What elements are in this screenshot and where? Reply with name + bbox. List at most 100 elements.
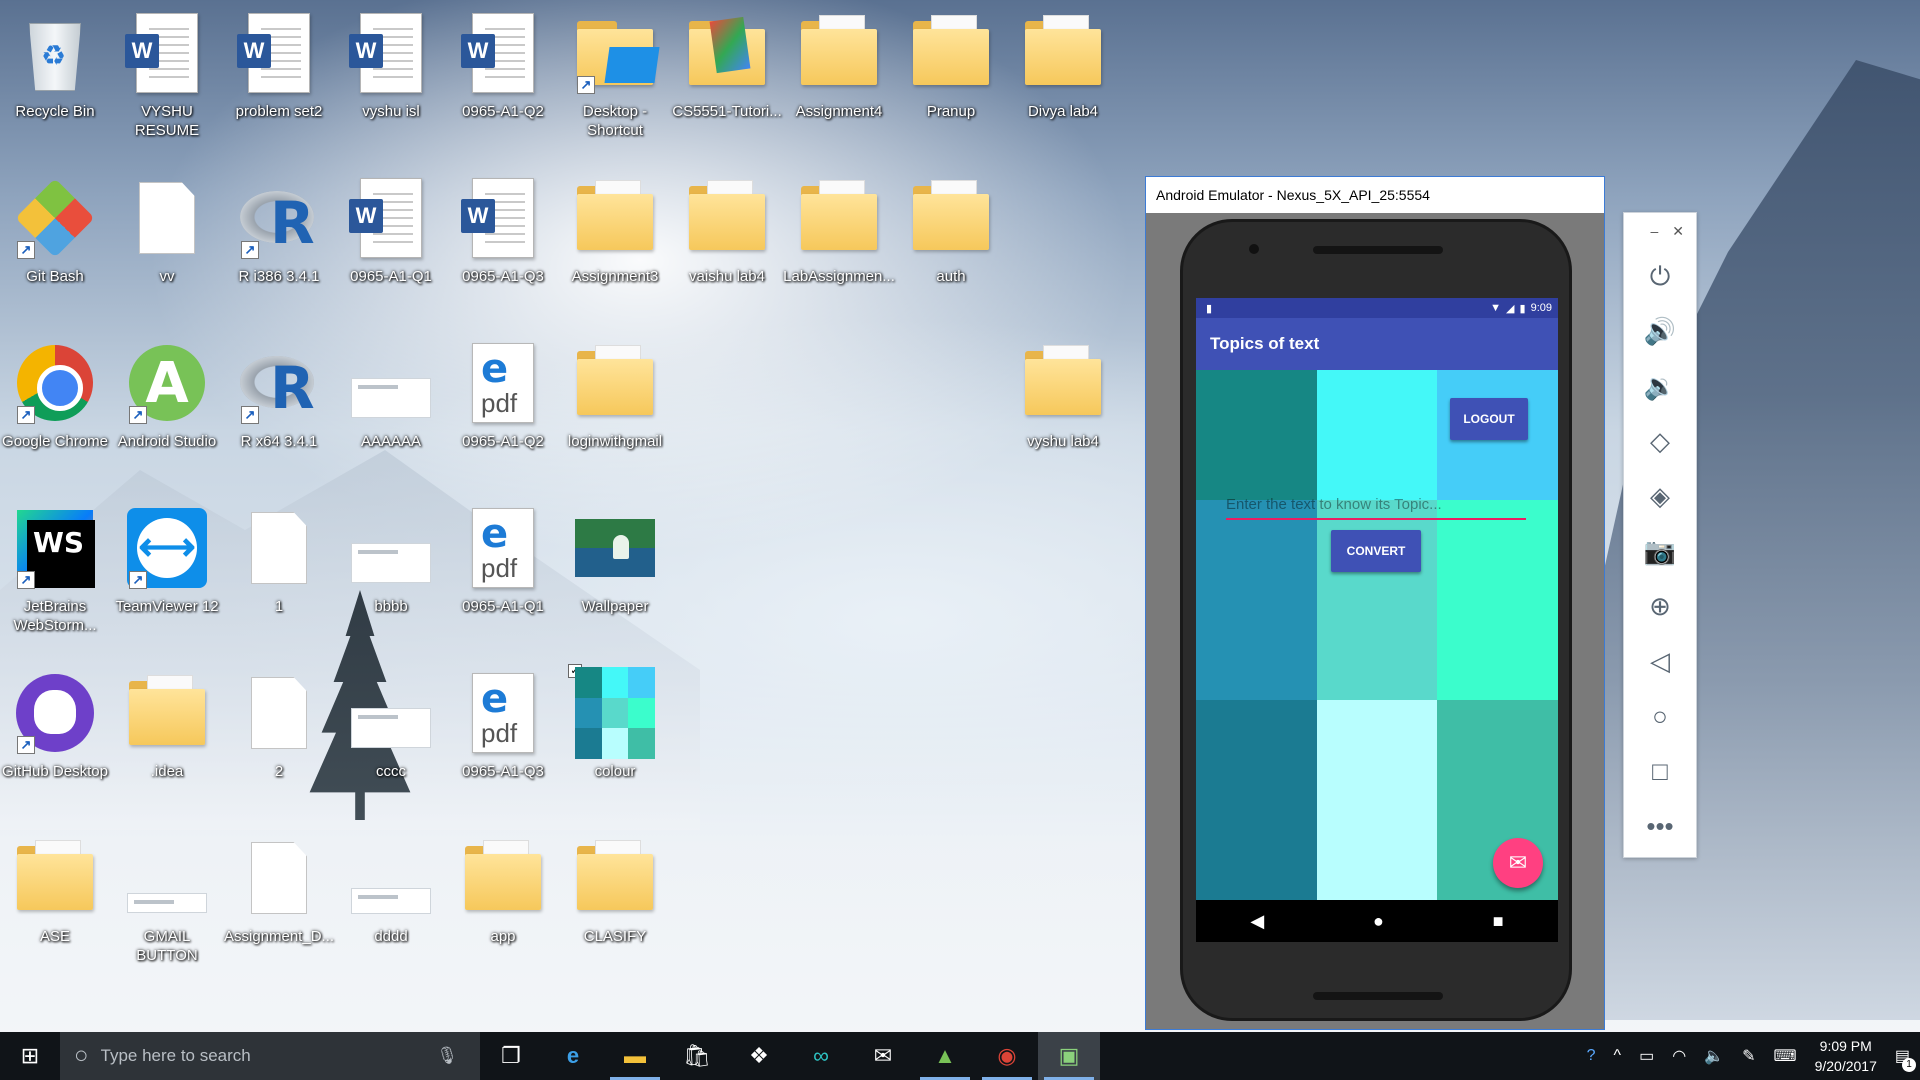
- cortana-circle-icon: ○: [74, 1042, 89, 1069]
- windows-logo-icon: ⊞: [20, 1043, 40, 1068]
- desktop-icon-dddd[interactable]: dddd: [336, 825, 446, 975]
- taskbar-search[interactable]: ○ 🎙: [60, 1032, 480, 1080]
- microphone-icon[interactable]: 🎙: [436, 1046, 458, 1066]
- desktop-icon-2[interactable]: 2: [224, 660, 334, 810]
- desktop-icon-vyshu-resume[interactable]: W VYSHU RESUME: [112, 0, 222, 150]
- desktop-icon-assignment-d[interactable]: Assignment_D...: [224, 825, 334, 975]
- battery-tray-icon[interactable]: ▭: [1639, 1046, 1654, 1066]
- taskbar-arduino[interactable]: ∞: [790, 1032, 852, 1080]
- desktop-icon-vyshu-lab4[interactable]: vyshu lab4: [1008, 330, 1118, 480]
- topic-text-input[interactable]: [1226, 490, 1526, 520]
- battery-icon: ▮: [1519, 302, 1526, 315]
- home-button[interactable]: ○: [1624, 689, 1696, 744]
- desktop-icon-recycle-bin[interactable]: ♻ Recycle Bin: [0, 0, 110, 150]
- desktop-icon-divya-lab4[interactable]: Divya lab4: [1008, 0, 1118, 150]
- desktop-icon-aaaaaa[interactable]: AAAAAA: [336, 330, 446, 480]
- wifi-tray-icon[interactable]: ◠: [1672, 1046, 1686, 1066]
- desktop-icon-google-chrome[interactable]: ↗ Google Chrome: [0, 330, 110, 480]
- color-tile: [1316, 700, 1438, 900]
- taskbar-dropbox[interactable]: ❖: [728, 1032, 790, 1080]
- colour-image-icon: [575, 667, 655, 759]
- back-button[interactable]: ◁: [1624, 634, 1696, 689]
- desktop-icon-0965-a1-q1-doc[interactable]: W 0965-A1-Q1: [336, 165, 446, 315]
- help-icon[interactable]: ?: [1587, 1047, 1596, 1065]
- volume-tray-icon[interactable]: 🔈: [1704, 1046, 1724, 1066]
- rotate-right-button[interactable]: ◈: [1624, 469, 1696, 524]
- folder-icon: [689, 180, 765, 250]
- keyboard-icon[interactable]: ⌨: [1773, 1046, 1796, 1066]
- rotate-left-button[interactable]: ◇: [1624, 414, 1696, 469]
- taskbar-clock[interactable]: 9:09 PM 9/20/2017: [1815, 1036, 1877, 1076]
- nav-back-icon[interactable]: ◀: [1250, 911, 1264, 932]
- nav-home-icon[interactable]: ●: [1373, 911, 1384, 932]
- dropbox-icon: ❖: [749, 1043, 769, 1068]
- desktop-icon-0965-a1-q3-doc[interactable]: W 0965-A1-Q3: [448, 165, 558, 315]
- convert-button[interactable]: CONVERT: [1331, 530, 1421, 572]
- toolbar-close-button[interactable]: ✕: [1672, 223, 1684, 240]
- desktop-icon-auth[interactable]: auth: [896, 165, 1006, 315]
- desktop-icon-0965-a1-q2-doc[interactable]: W 0965-A1-Q2: [448, 0, 558, 150]
- desktop-icon-app[interactable]: app: [448, 825, 558, 975]
- zoom-button[interactable]: ⊕: [1624, 579, 1696, 634]
- desktop-icon-loginwithgmail[interactable]: loginwithgmail: [560, 330, 670, 480]
- emulator-toolbar: – ✕ ⏻ 🔊 🔉 ◇ ◈ 📷 ⊕ ◁ ○ □ •••: [1623, 212, 1697, 858]
- desktop-icon-teamviewer[interactable]: ↗ TeamViewer 12: [112, 495, 222, 645]
- desktop-icon-wallpaper[interactable]: Wallpaper: [560, 495, 670, 645]
- desktop-icon-vyshu-isl[interactable]: W vyshu isl: [336, 0, 446, 150]
- more-button[interactable]: •••: [1624, 799, 1696, 854]
- desktop-icon-assignment3[interactable]: Assignment3: [560, 165, 670, 315]
- desktop-icon-cs5551-tutorial[interactable]: CS5551-Tutori...: [672, 0, 782, 150]
- desktop-icon-colour[interactable]: ✓ colour: [560, 660, 670, 810]
- desktop-icon-ase[interactable]: ASE: [0, 825, 110, 975]
- desktop-icon-assignment4[interactable]: Assignment4: [784, 0, 894, 150]
- desktop-icon-clasify[interactable]: CLASIFY: [560, 825, 670, 975]
- volume-up-button[interactable]: 🔊: [1624, 304, 1696, 359]
- emulator-window-title: Android Emulator - Nexus_5X_API_25:5554: [1156, 187, 1430, 203]
- desktop-icon-0965-a1-q3-pdf[interactable]: e pdf 0965-A1-Q3: [448, 660, 558, 810]
- emulator-title-bar[interactable]: Android Emulator - Nexus_5X_API_25:5554: [1146, 177, 1604, 213]
- taskbar-search-input[interactable]: [100, 1046, 431, 1066]
- pen-icon[interactable]: ✎: [1742, 1046, 1755, 1066]
- desktop-icon-git-bash[interactable]: ↗ Git Bash: [0, 165, 110, 315]
- desktop-icon-pranup[interactable]: Pranup: [896, 0, 1006, 150]
- desktop-icon-android-studio[interactable]: ↗ Android Studio: [112, 330, 222, 480]
- overview-button[interactable]: □: [1624, 744, 1696, 799]
- taskbar-edge[interactable]: e: [542, 1032, 604, 1080]
- taskbar-android-studio[interactable]: ▲: [914, 1032, 976, 1080]
- desktop-icon-webstorm[interactable]: ↗ JetBrains WebStorm...: [0, 495, 110, 645]
- toolbar-minimize-button[interactable]: –: [1650, 223, 1658, 239]
- task-view-button[interactable]: ❐: [480, 1032, 542, 1080]
- nav-recents-icon[interactable]: ■: [1493, 911, 1504, 932]
- desktop-icon-desktop-shortcut[interactable]: ↗ Desktop - Shortcut: [560, 0, 670, 150]
- power-button[interactable]: ⏻: [1624, 249, 1696, 304]
- desktop-icon-github-desktop[interactable]: ↗ GitHub Desktop: [0, 660, 110, 810]
- start-button[interactable]: ⊞: [0, 1032, 60, 1080]
- action-center-icon[interactable]: ▤ 1: [1895, 1046, 1916, 1072]
- desktop-icon-1[interactable]: 1: [224, 495, 334, 645]
- desktop-icon-problem-set2[interactable]: W problem set2: [224, 0, 334, 150]
- taskbar-mail[interactable]: ✉: [852, 1032, 914, 1080]
- desktop-icon-0965-a1-q2-pdf[interactable]: e pdf 0965-A1-Q2: [448, 330, 558, 480]
- logout-button[interactable]: LOGOUT: [1450, 398, 1528, 440]
- desktop-icon-lab-assignment[interactable]: LabAssignmen...: [783, 165, 895, 315]
- email-fab-button[interactable]: ✉: [1493, 838, 1543, 888]
- volume-down-button[interactable]: 🔉: [1624, 359, 1696, 414]
- desktop-icon-r-x64[interactable]: R ↗ R x64 3.4.1: [224, 330, 334, 480]
- desktop-icon-vaishu-lab4[interactable]: vaishu lab4: [672, 165, 782, 315]
- app-content: LOGOUT CONVERT ✉: [1196, 370, 1558, 900]
- taskbar-emulator[interactable]: ▣: [1038, 1032, 1100, 1080]
- desktop-icon-bbbb[interactable]: bbbb: [336, 495, 446, 645]
- taskbar-file-explorer[interactable]: ▬: [604, 1032, 666, 1080]
- desktop-icon-idea[interactable]: .idea: [112, 660, 222, 810]
- desktop-icon-gmail-button[interactable]: GMAIL BUTTON: [112, 825, 222, 975]
- desktop-icon-vv[interactable]: vv: [112, 165, 222, 315]
- desktop-icon-0965-a1-q1-pdf[interactable]: e pdf 0965-A1-Q1: [448, 495, 558, 645]
- taskbar-store[interactable]: 🛍: [666, 1032, 728, 1080]
- screenshot-button[interactable]: 📷: [1624, 524, 1696, 579]
- show-hidden-icons-icon[interactable]: ^: [1614, 1047, 1622, 1065]
- android-nav-bar: ◀ ● ■: [1196, 900, 1558, 942]
- front-camera: [1249, 244, 1259, 254]
- taskbar-chrome[interactable]: ◉: [976, 1032, 1038, 1080]
- desktop-icon-r-i386[interactable]: R ↗ R i386 3.4.1: [224, 165, 334, 315]
- desktop-icon-cccc[interactable]: cccc: [336, 660, 446, 810]
